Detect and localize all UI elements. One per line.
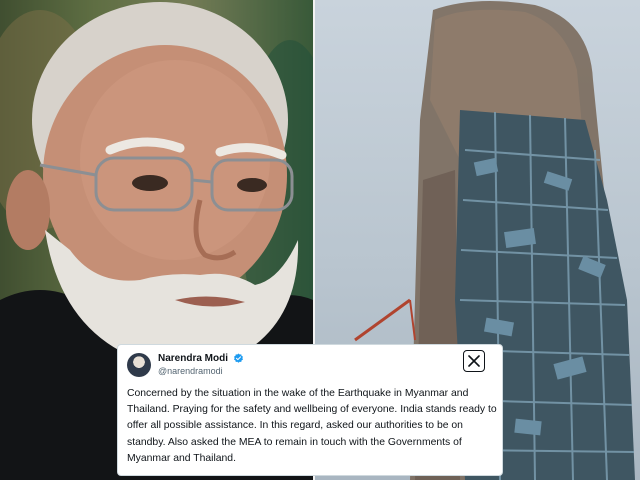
x-logo-icon	[468, 355, 480, 367]
author-handle[interactable]: @narendramodi	[158, 366, 223, 376]
tweet-text: Concerned by the situation in the wake o…	[127, 388, 497, 464]
tweet-card[interactable]: Narendra Modi @narendramodi Concerned by…	[117, 344, 503, 476]
verified-badge-icon	[234, 353, 243, 363]
avatar[interactable]	[127, 353, 151, 377]
composite-image: Narendra Modi @narendramodi Concerned by…	[0, 0, 640, 480]
author-name[interactable]: Narendra Modi	[158, 353, 228, 364]
x-logo-button[interactable]	[463, 350, 485, 372]
